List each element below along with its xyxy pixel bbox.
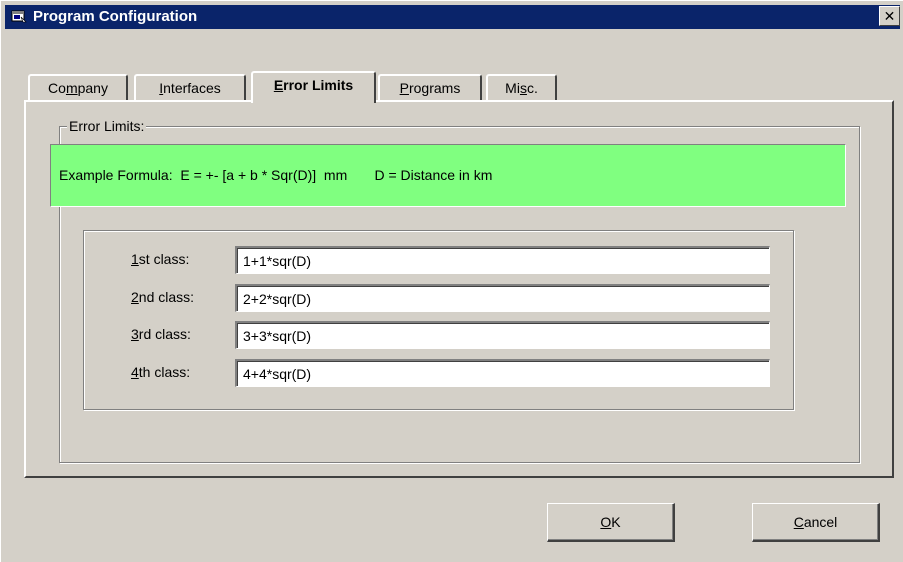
title-bar[interactable]: Program Configuration ✕ bbox=[5, 5, 900, 29]
ok-label: OK bbox=[600, 514, 621, 530]
first-class-input[interactable] bbox=[235, 246, 770, 274]
close-button[interactable]: ✕ bbox=[879, 6, 900, 26]
tab-programs[interactable]: Programs bbox=[378, 74, 482, 101]
program-configuration-window: Program Configuration ✕ Company Interfac… bbox=[0, 0, 903, 562]
formula-text: Example Formula: E = +- [a + b * Sqr(D)]… bbox=[59, 167, 493, 183]
cancel-label: Cancel bbox=[793, 514, 838, 530]
tab-misc[interactable]: Misc. bbox=[486, 74, 557, 101]
third-class-input[interactable] bbox=[235, 321, 770, 349]
fourth-class-label: 4th class: bbox=[131, 364, 191, 380]
cancel-button[interactable]: Cancel bbox=[752, 503, 880, 542]
fourth-class-input[interactable] bbox=[235, 359, 770, 387]
window-title: Program Configuration bbox=[33, 8, 198, 25]
tab-error-limits[interactable]: Error Limits bbox=[251, 71, 376, 103]
tab-label: Misc. bbox=[505, 80, 538, 96]
second-class-input[interactable] bbox=[235, 284, 770, 312]
first-class-label: 1st class: bbox=[131, 251, 190, 267]
tab-interfaces[interactable]: Interfaces bbox=[134, 74, 246, 101]
group-caption: Error Limits: bbox=[67, 118, 147, 134]
tab-label: Interfaces bbox=[159, 80, 221, 96]
tab-company[interactable]: Company bbox=[28, 74, 128, 101]
tab-label: Error Limits bbox=[273, 77, 354, 93]
tab-label: Company bbox=[48, 80, 108, 96]
app-icon bbox=[11, 10, 27, 23]
second-class-label: 2nd class: bbox=[131, 289, 195, 305]
formula-banner: Example Formula: E = +- [a + b * Sqr(D)]… bbox=[50, 144, 846, 207]
ok-button[interactable]: OK bbox=[547, 503, 675, 542]
third-class-label: 3rd class: bbox=[131, 326, 191, 342]
tab-label: Programs bbox=[399, 80, 461, 96]
